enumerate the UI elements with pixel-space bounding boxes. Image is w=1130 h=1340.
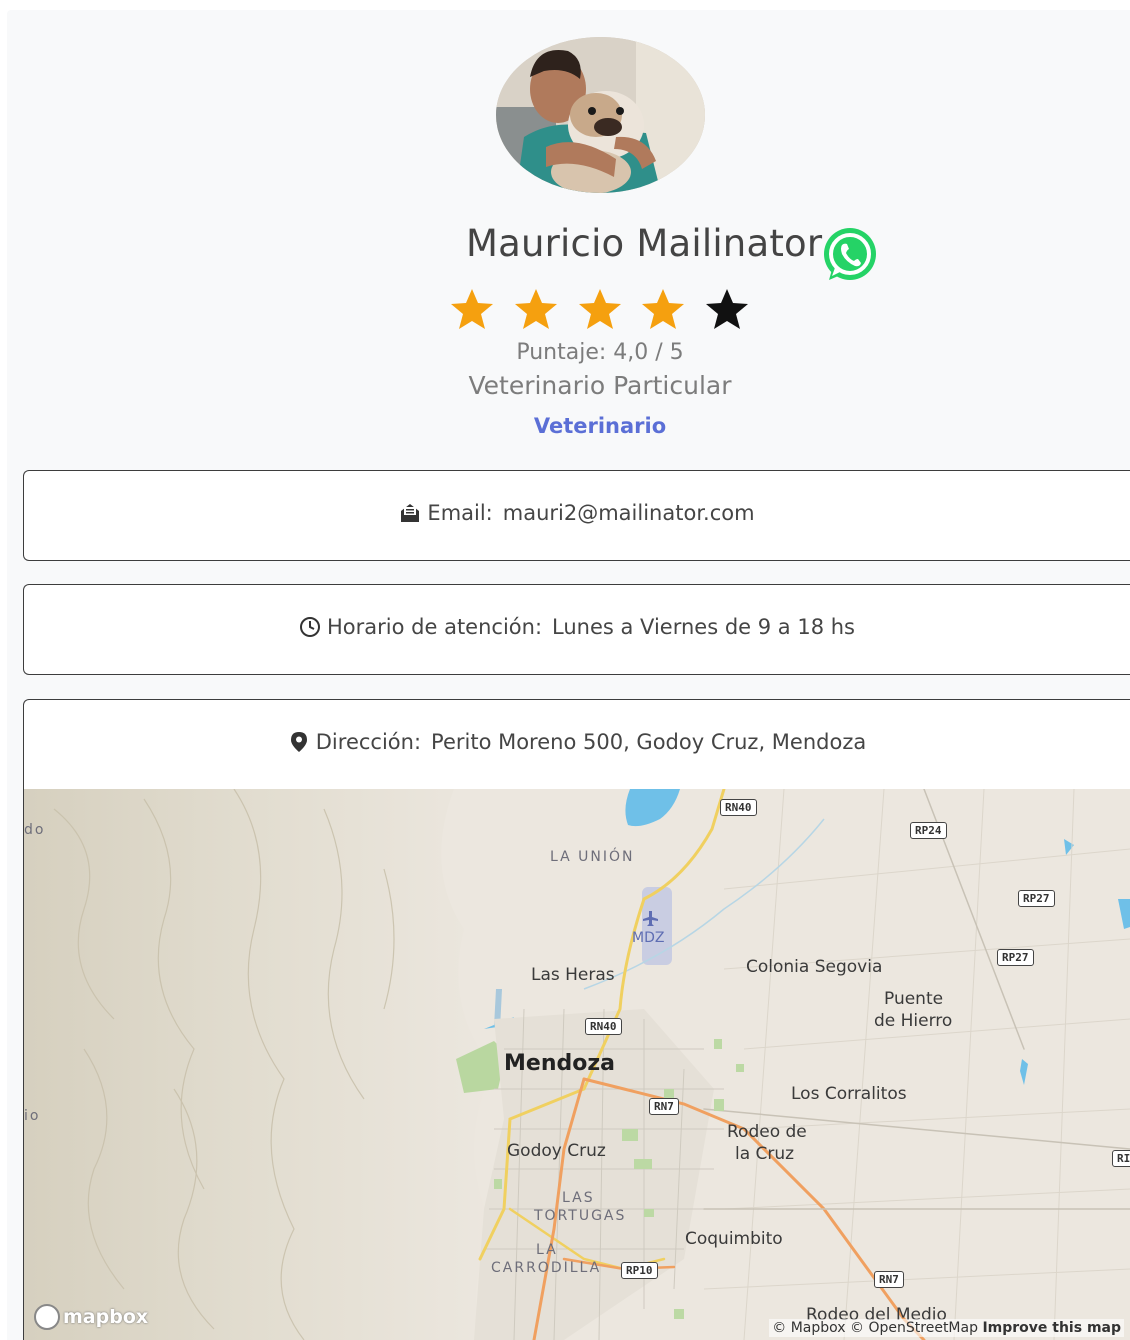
attribution-mapbox-link[interactable]: © Mapbox — [772, 1320, 845, 1336]
road-shield-rp24: RP24 — [910, 822, 947, 839]
avatar-photo — [496, 37, 705, 193]
map-label-edge-do: do — [24, 822, 46, 838]
map-label-airport: MDZ — [632, 930, 665, 946]
star-filled-icon — [515, 289, 557, 329]
mapbox-logo-text: mapbox — [63, 1306, 149, 1328]
email-line: Email: mauri2@mailinator.com — [24, 501, 1130, 525]
map-label-rodeo-cruz-2: la Cruz — [735, 1144, 795, 1164]
map-label-las-tortugas-1: LAS — [562, 1190, 595, 1206]
whatsapp-icon[interactable] — [821, 226, 879, 284]
road-shield-rn7-a: RN7 — [649, 1098, 679, 1115]
email-value: mauri2@mailinator.com — [502, 501, 755, 525]
hours-box: Horario de atención: Lunes a Viernes de … — [23, 584, 1130, 675]
road-shield-rn40-top: RN40 — [720, 799, 757, 816]
clock-icon — [300, 617, 321, 637]
avatar — [496, 37, 705, 193]
map-label-la-union: LA UNIÓN — [550, 849, 635, 865]
hours-value: Lunes a Viernes de 9 a 18 hs — [552, 615, 855, 639]
envelope-open-icon — [401, 504, 420, 522]
map-label-la-carrodilla-2: CARRODILLA — [491, 1260, 602, 1276]
map-label-edge-io: io — [24, 1108, 41, 1124]
email-box: Email: mauri2@mailinator.com — [23, 470, 1130, 561]
profile-name: Mauricio Mailinator — [466, 222, 823, 265]
map-label-puente-1: Puente — [884, 989, 944, 1009]
category-link[interactable]: Veterinario — [0, 414, 1130, 438]
map-label-coquimbito: Coquimbito — [685, 1229, 783, 1249]
profession-text: Veterinario Particular — [468, 371, 732, 400]
mapbox-logo[interactable]: mapbox — [34, 1304, 148, 1330]
rating-stars — [448, 286, 758, 338]
road-shield-rp27-a: RP27 — [1018, 890, 1055, 907]
road-shield-rp10: RP10 — [621, 1262, 658, 1279]
mapbox-logo-icon — [34, 1304, 60, 1330]
map-label-los-corralitos: Los Corralitos — [791, 1084, 907, 1104]
improve-map-link[interactable]: Improve this map — [982, 1320, 1121, 1336]
road-shield-rn40-mid: RN40 — [585, 1018, 622, 1035]
hours-line: Horario de atención: Lunes a Viernes de … — [24, 615, 1130, 639]
address-label: Dirección: — [315, 730, 422, 754]
map-marker-icon — [290, 732, 307, 752]
map-view[interactable]: Mendoza Las Heras Godoy Cruz Colonia Seg… — [24, 789, 1130, 1340]
road-shield-edge: RI — [1112, 1150, 1130, 1167]
map-label-mendoza: Mendoza — [504, 1051, 615, 1076]
star-filled-icon — [579, 289, 621, 329]
email-label: Email: — [427, 501, 493, 525]
attribution-osm-link[interactable]: © OpenStreetMap — [850, 1320, 978, 1336]
map-label-las-heras: Las Heras — [531, 965, 615, 985]
hours-label: Horario de atención: — [327, 615, 543, 639]
name-row: Mauricio Mailinator — [0, 218, 1130, 282]
star-empty-icon — [706, 289, 748, 329]
map-label-colonia-segovia: Colonia Segovia — [746, 957, 883, 977]
map-label-godoy-cruz: Godoy Cruz — [507, 1141, 606, 1161]
star-filled-icon — [451, 289, 493, 329]
map-label-puente-2: de Hierro — [874, 1011, 953, 1031]
address-line: Dirección: Perito Moreno 500, Godoy Cruz… — [24, 730, 1130, 754]
road-shield-rn7-b: RN7 — [874, 1271, 904, 1288]
map-attribution: © Mapbox © OpenStreetMap Improve this ma… — [769, 1319, 1124, 1337]
map-label-las-tortugas-2: TORTUGAS — [534, 1208, 627, 1224]
map-label-rodeo-cruz-1: Rodeo de — [727, 1122, 807, 1142]
star-filled-icon — [642, 289, 684, 329]
road-shield-rp27-b: RP27 — [997, 949, 1034, 966]
score-text: Puntaje: 4,0 / 5 — [516, 340, 684, 365]
map-label-la-carrodilla-1: LA — [536, 1242, 558, 1258]
address-value: Perito Moreno 500, Godoy Cruz, Mendoza — [431, 730, 867, 754]
